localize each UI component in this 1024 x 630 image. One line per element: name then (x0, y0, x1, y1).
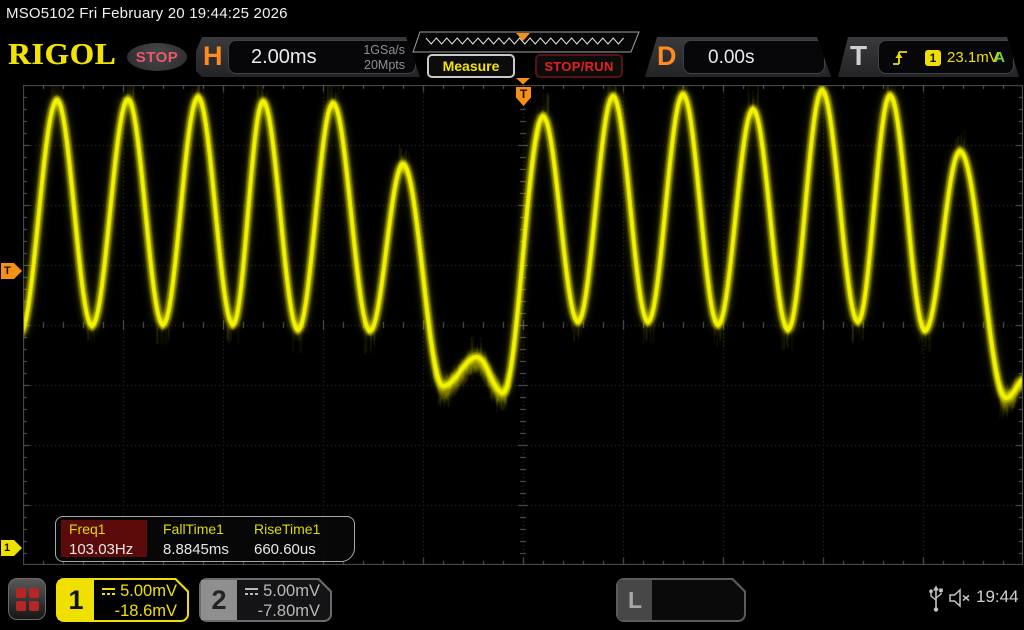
channel1-number: 1 (58, 580, 94, 620)
trigger-level-marker[interactable]: T (1, 263, 22, 279)
usb-icon (928, 585, 944, 613)
menu-square-icon (16, 601, 26, 611)
measure-button-label: Measure (443, 58, 500, 74)
channel1-offset: -18.6mV (115, 602, 177, 621)
measurement-panel[interactable]: Freq1 103.03Hz FallTime1 8.8845ms RiseTi… (55, 516, 355, 562)
trigger-source-badge: 1 (925, 50, 941, 66)
channel1-scale: 5.00mV (120, 582, 177, 601)
dc-coupling-icon (244, 586, 259, 597)
speaker-muted-icon[interactable] (948, 588, 972, 608)
channel2-scale: 5.00mV (263, 582, 320, 601)
oscilloscope-screen: MSO5102 Fri February 20 19:44:25 2026 RI… (0, 0, 1024, 630)
sample-rate: 1GSa/s (363, 43, 405, 57)
delay-label: D (657, 41, 677, 72)
run-state-badge: STOP (127, 43, 187, 71)
stop-run-button[interactable]: STOP/RUN (535, 54, 623, 78)
channel1-badge[interactable]: 1 5.00mV -18.6mV (56, 578, 189, 622)
horizontal-panel[interactable]: H 2.00ms 1GSa/s 20Mpts (196, 37, 420, 77)
channel1-ground-marker[interactable]: 1 (1, 540, 22, 556)
logic-channel-numbers: 0 1 2 3 4 5 6 7 8 9 10 11 12 13 14 15 (660, 585, 761, 630)
delay-value: 0.00s (708, 47, 754, 69)
model-and-datetime: MSO5102 Fri February 20 19:44:25 2026 (6, 5, 288, 22)
measurement-value: 103.03Hz (69, 541, 133, 558)
timebase-value: 2.00ms (251, 46, 317, 69)
channel2-offset: -7.80mV (258, 602, 320, 621)
measurement-value: 8.8845ms (163, 541, 229, 558)
delay-panel[interactable]: D 0.00s (645, 37, 831, 77)
measurement-label: FallTime1 (163, 521, 224, 537)
logic-inner: L 0 1 2 3 4 5 6 7 8 9 10 11 12 13 14 15 (618, 580, 744, 620)
trigger-panel[interactable]: T 1 23.1mV A (838, 37, 1019, 77)
menu-square-icon (29, 601, 39, 611)
channel1-scale-row: 5.00mV (101, 582, 177, 601)
run-state-label: STOP (136, 49, 179, 66)
menu-square-icon (16, 588, 26, 598)
timebase-box[interactable]: 2.00ms 1GSa/s 20Mpts (228, 40, 416, 74)
trigger-box[interactable]: 1 23.1mV A (878, 40, 1014, 74)
trigger-level-value: 23.1mV (947, 49, 999, 66)
logic-row1: 0 1 2 3 4 5 6 7 (660, 617, 761, 630)
channel2-badge[interactable]: 2 5.00mV -7.80mV (199, 578, 332, 622)
waveform-display (23, 85, 1023, 565)
measurement-label: RiseTime1 (254, 521, 320, 537)
memory-depth: 20Mpts (364, 58, 405, 72)
channel2-inner: 2 5.00mV -7.80mV (201, 580, 330, 620)
grid-menu-icon[interactable] (8, 578, 46, 620)
menu-square-icon (29, 588, 39, 598)
rigol-logo: RIGOL (8, 36, 116, 72)
measure-button[interactable]: Measure (427, 54, 515, 78)
trigger-position-chevron-icon (515, 78, 531, 85)
header-bar: RIGOL STOP H 2.00ms 1GSa/s 20Mpts Measur… (0, 28, 1024, 82)
stop-run-button-label: STOP/RUN (544, 59, 613, 74)
horizontal-label: H (203, 41, 223, 72)
bottom-status-bar: 1 5.00mV -18.6mV 2 (0, 576, 1024, 630)
channel1-inner: 1 5.00mV -18.6mV (58, 580, 187, 620)
channel2-scale-row: 5.00mV (244, 582, 320, 601)
trigger-label: T (850, 40, 867, 72)
delay-box[interactable]: 0.00s (683, 40, 825, 74)
measurement-label: Freq1 (69, 521, 106, 537)
clock: 19:44 (976, 587, 1019, 607)
dc-coupling-icon (101, 586, 116, 597)
measurement-value: 660.60us (254, 541, 316, 558)
channel2-number: 2 (201, 580, 237, 620)
logic-label: L (618, 580, 652, 620)
top-title-bar: MSO5102 Fri February 20 19:44:25 2026 (0, 0, 1024, 28)
rising-edge-icon (891, 49, 909, 67)
logic-channels-badge[interactable]: L 0 1 2 3 4 5 6 7 8 9 10 11 12 13 14 15 (616, 578, 746, 622)
memory-waveform-bar[interactable] (412, 31, 640, 53)
trigger-sweep-mode: A (994, 49, 1005, 66)
